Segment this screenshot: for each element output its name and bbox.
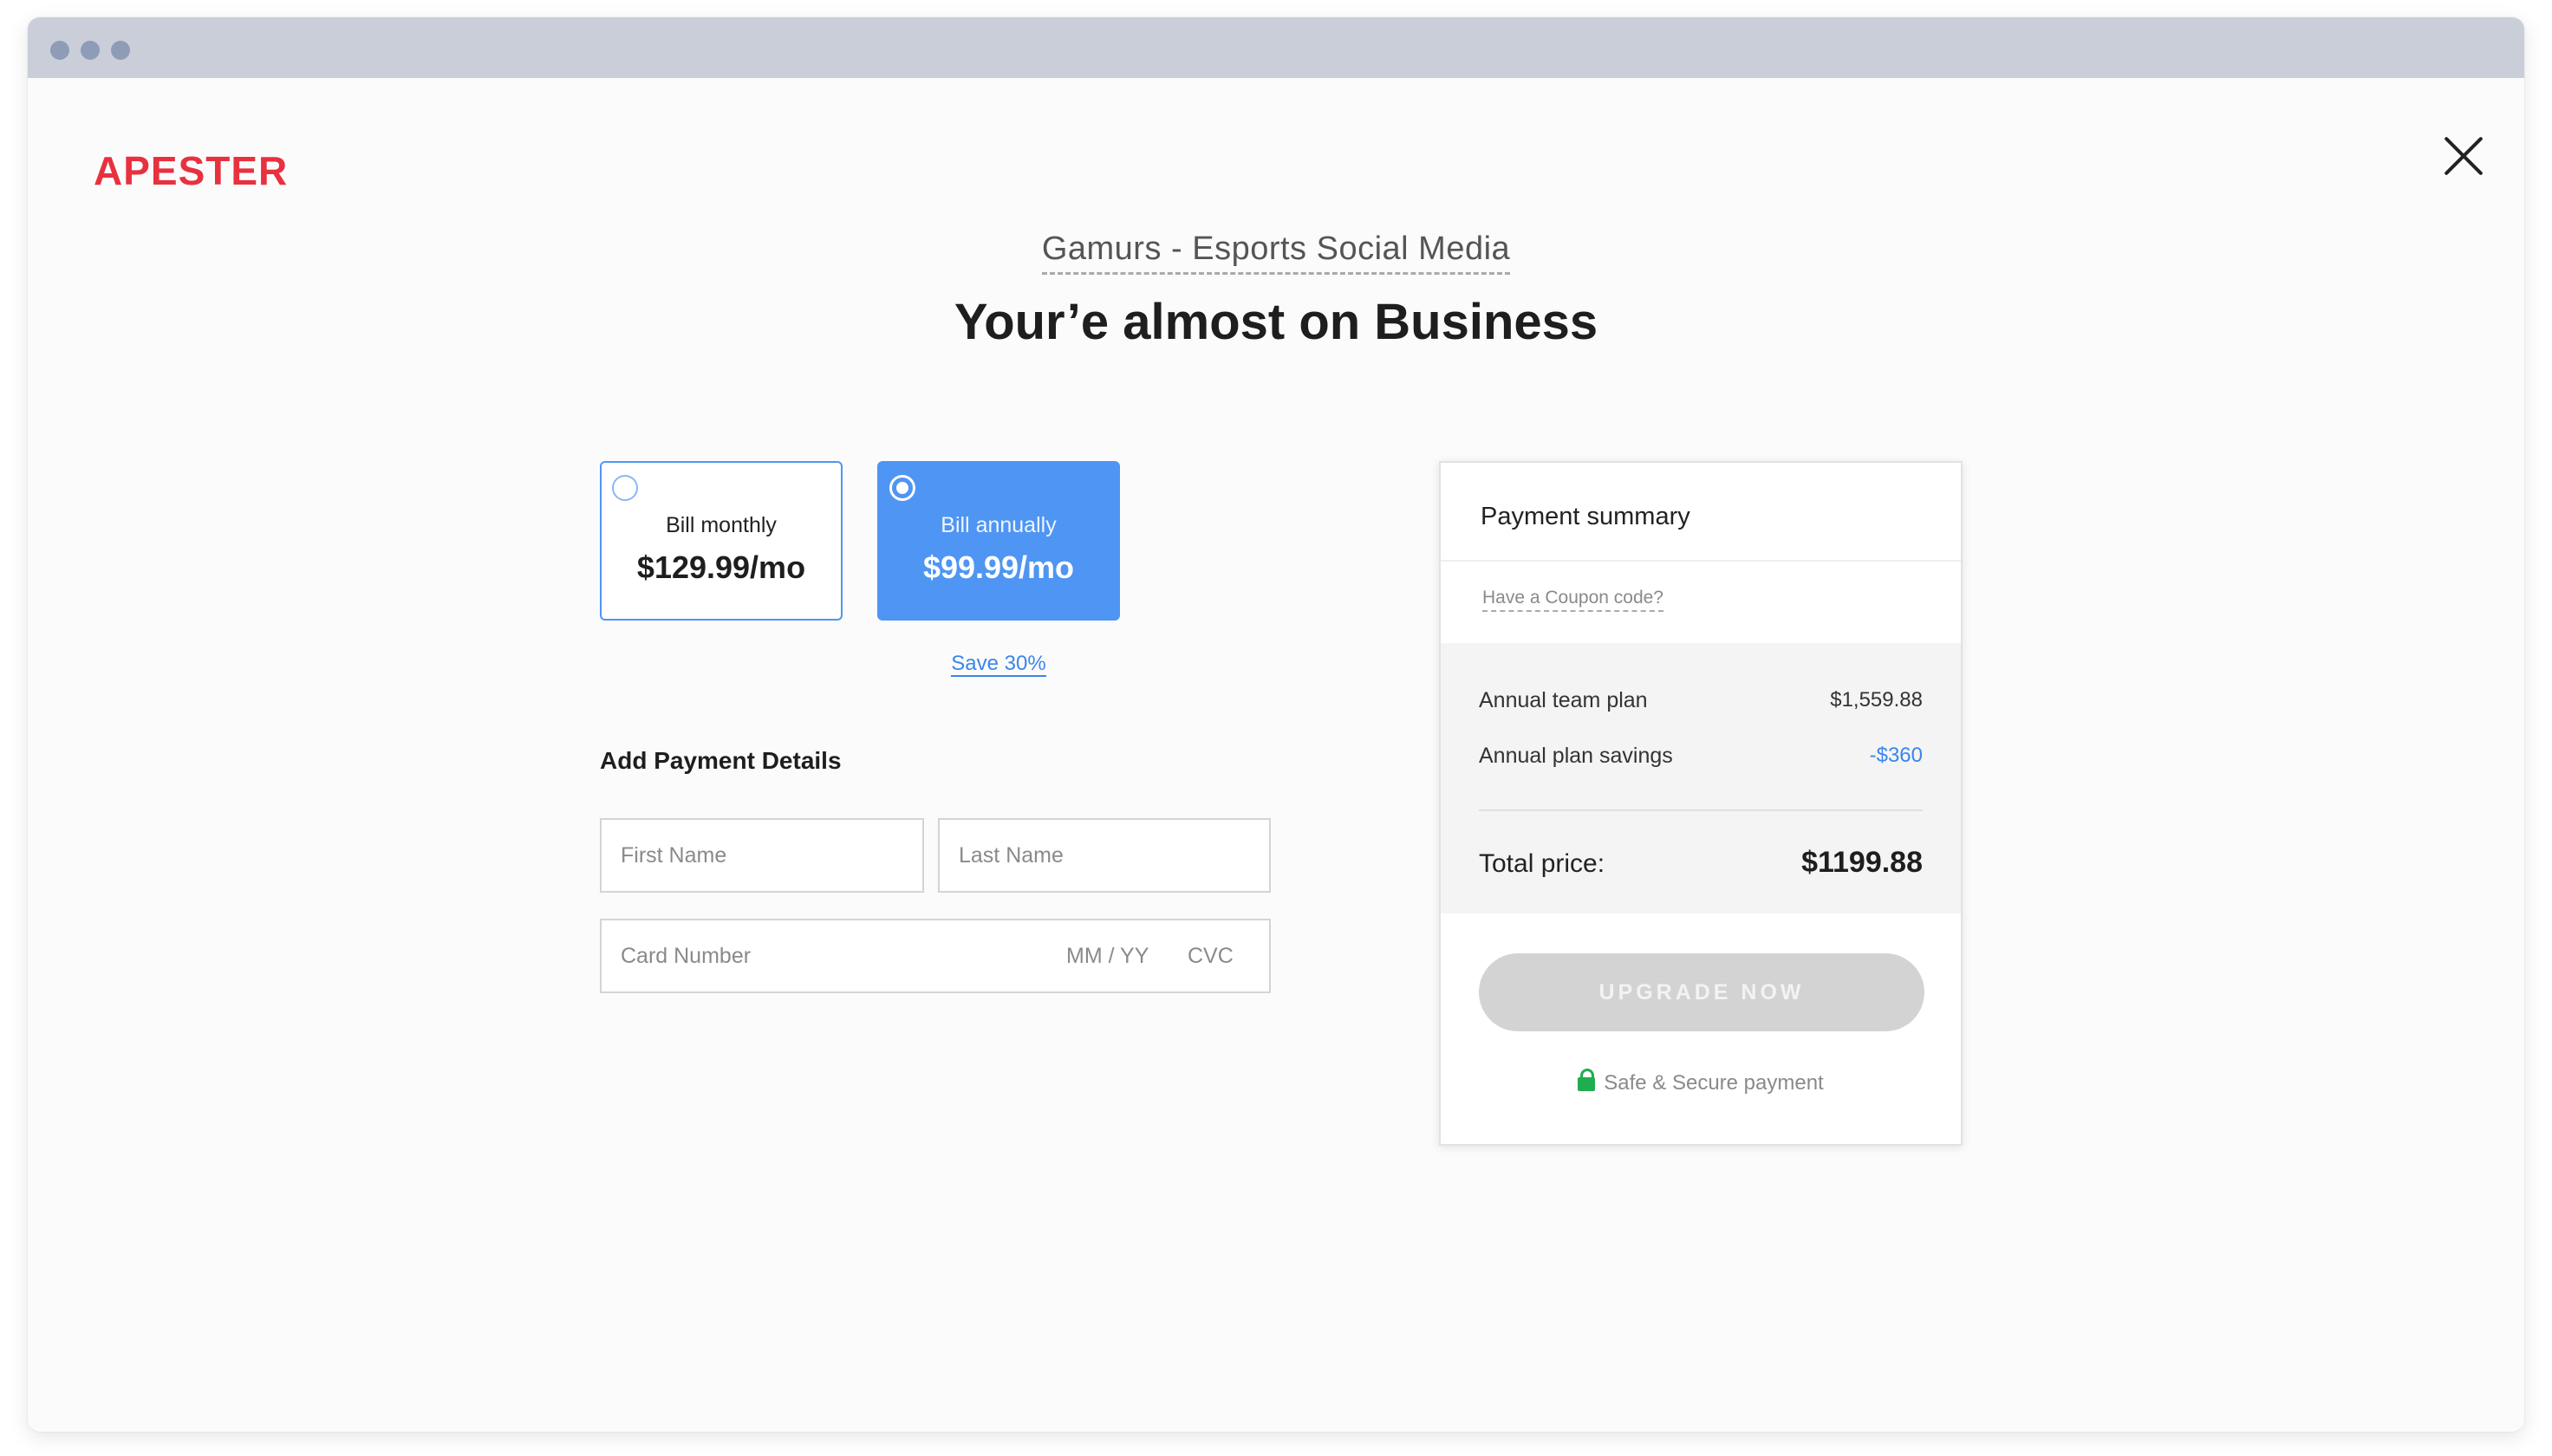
summary-title: Payment summary xyxy=(1481,503,1690,530)
first-name-field[interactable]: First Name xyxy=(600,818,924,893)
radio-unselected-icon[interactable] xyxy=(612,475,638,501)
secure-text: Safe & Secure payment xyxy=(1604,1071,1824,1095)
total-label: Total price: xyxy=(1479,849,1605,878)
price-breakdown: Annual team plan $1,559.88 Annual plan s… xyxy=(1441,643,1961,913)
radio-selected-icon[interactable] xyxy=(889,475,915,501)
coupon-link[interactable]: Have a Coupon code? xyxy=(1482,588,1663,612)
lock-icon xyxy=(1578,1069,1596,1091)
total-value: $1199.88 xyxy=(1801,846,1923,879)
page-title: Your’e almost on Business xyxy=(954,294,1598,350)
expiry-field[interactable]: MM / YY xyxy=(1066,920,1149,991)
payment-details-heading: Add Payment Details xyxy=(600,747,842,774)
plan-label: Bill monthly xyxy=(666,513,777,537)
payment-summary-card: Payment summary Have a Coupon code? Annu… xyxy=(1439,461,1963,1146)
upgrade-now-button[interactable]: UPGRADE NOW xyxy=(1479,953,1924,1031)
last-name-field[interactable]: Last Name xyxy=(938,818,1271,893)
close-icon[interactable] xyxy=(2438,130,2490,182)
window-titlebar xyxy=(28,17,2524,78)
plan-price: $129.99/mo xyxy=(636,549,806,585)
plan-price: $99.99/mo xyxy=(922,549,1075,585)
window-dot-icon[interactable] xyxy=(81,41,100,60)
plan-option-annual[interactable]: Bill annually $99.99/mo xyxy=(877,461,1120,621)
card-number-placeholder: Card Number xyxy=(621,944,752,968)
browser-window: APESTER Gamurs - Esports Social Media Yo… xyxy=(28,17,2524,1432)
line-item-label: Annual plan savings xyxy=(1479,744,1673,768)
divider xyxy=(1479,809,1923,811)
plan-option-monthly[interactable]: Bill monthly $129.99/mo xyxy=(600,461,843,621)
cvc-field[interactable]: CVC xyxy=(1188,920,1234,991)
project-name[interactable]: Gamurs - Esports Social Media xyxy=(1041,231,1511,275)
save-link[interactable]: Save 30% xyxy=(951,652,1046,677)
line-item-value: $1,559.88 xyxy=(1830,688,1923,712)
window-dot-icon[interactable] xyxy=(50,41,69,60)
line-item-label: Annual team plan xyxy=(1479,688,1648,712)
secure-payment-note: Safe & Secure payment xyxy=(1441,1069,1961,1095)
savings-value: -$360 xyxy=(1869,744,1923,767)
apester-logo[interactable]: APESTER xyxy=(94,147,288,194)
card-number-field[interactable]: Card Number MM / YY CVC xyxy=(600,919,1271,993)
window-dot-icon[interactable] xyxy=(111,41,130,60)
plan-label: Bill annually xyxy=(941,513,1057,537)
divider xyxy=(1441,560,1961,562)
